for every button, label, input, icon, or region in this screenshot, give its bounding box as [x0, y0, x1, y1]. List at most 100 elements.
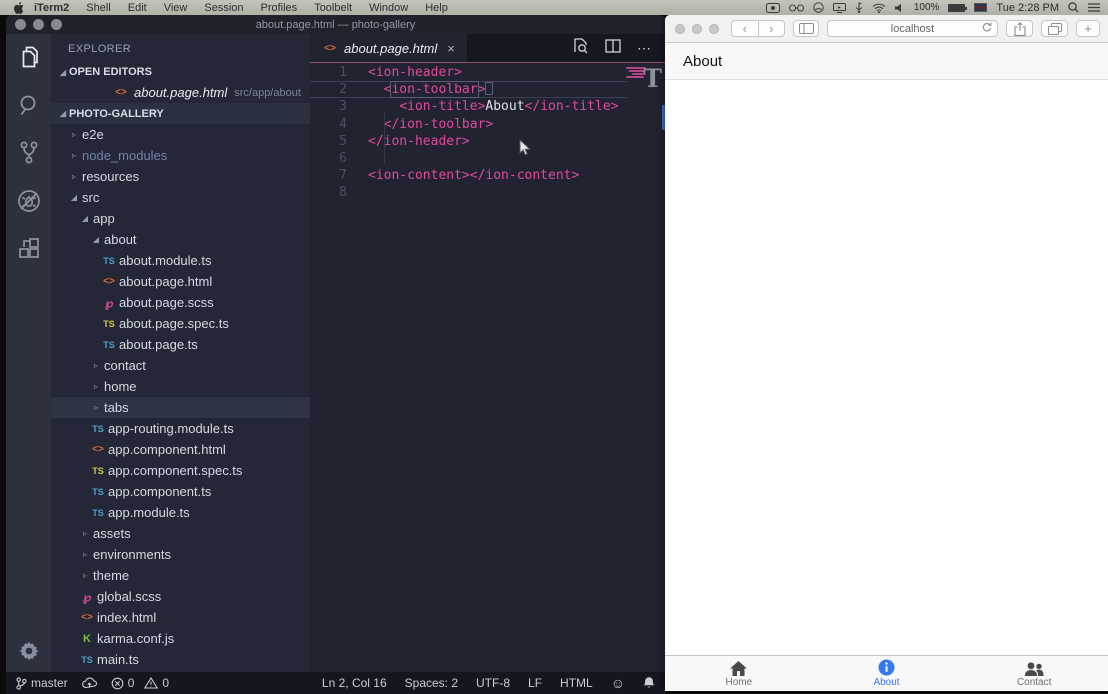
menu-iterm2[interactable]: iTerm2	[34, 2, 69, 14]
input-source-flag-icon[interactable]	[974, 3, 987, 12]
tree-item-app-routing-module-ts[interactable]: TSapp-routing.module.ts	[51, 418, 310, 439]
menu-shell[interactable]: Shell	[86, 2, 110, 14]
tab-home[interactable]: Home	[665, 656, 813, 690]
find-in-file-icon[interactable]	[572, 37, 589, 59]
tree-item-src[interactable]: ◢src	[51, 187, 310, 208]
source-control-icon[interactable]	[16, 140, 42, 166]
tree-item-environments[interactable]: ▹environments	[51, 544, 310, 565]
tree-item-app-component-html[interactable]: <>app.component.html	[51, 439, 310, 460]
tree-item-node-modules[interactable]: ▹node_modules	[51, 145, 310, 166]
more-actions-icon[interactable]: ⋯	[637, 40, 651, 57]
extensions-icon[interactable]	[16, 236, 42, 262]
code-line-3[interactable]: 3 <ion-title>About</ion-title>	[310, 98, 665, 115]
address-bar[interactable]: localhost	[827, 20, 998, 37]
project-section[interactable]: ◢ PHOTO-GALLERY	[51, 103, 310, 124]
minimize-window-button[interactable]	[692, 24, 702, 34]
menu-edit[interactable]: Edit	[128, 2, 147, 14]
code-editor[interactable]: 1<ion-header>2 <ion-toolbar>3 <ion-title…	[310, 64, 665, 672]
notification-center-icon[interactable]	[1088, 3, 1100, 12]
zoom-window-button[interactable]	[51, 19, 62, 30]
close-window-button[interactable]	[15, 19, 26, 30]
tree-item-about-page-ts[interactable]: TSabout.page.ts	[51, 334, 310, 355]
code-line-6[interactable]: 6	[310, 150, 665, 167]
language-mode[interactable]: HTML	[560, 676, 593, 690]
glasses-icon[interactable]	[789, 4, 804, 12]
open-editors-section[interactable]: ◢ OPEN EDITORS	[51, 62, 310, 82]
code-line-1[interactable]: 1<ion-header>	[310, 64, 665, 81]
git-branch-item[interactable]: master	[16, 676, 68, 690]
code-line-7[interactable]: 7<ion-content></ion-content>	[310, 167, 665, 184]
back-button[interactable]: ‹	[731, 20, 758, 37]
battery-icon[interactable]	[948, 4, 965, 12]
zoom-window-button[interactable]	[709, 24, 719, 34]
settings-gear-icon[interactable]	[6, 640, 51, 662]
code-line-2[interactable]: 2 <ion-toolbar>	[310, 81, 627, 98]
split-editor-icon[interactable]	[605, 39, 621, 58]
tree-item-home[interactable]: ▹home	[51, 376, 310, 397]
explorer-icon[interactable]	[16, 44, 42, 70]
menu-window[interactable]: Window	[369, 2, 408, 14]
cursor-position[interactable]: Ln 2, Col 16	[322, 676, 387, 690]
menu-clock[interactable]: Tue 2:28 PM	[996, 2, 1059, 14]
debug-icon[interactable]	[16, 188, 42, 214]
tree-item-about[interactable]: ◢about	[51, 229, 310, 250]
code-line-8[interactable]: 8	[310, 184, 665, 201]
menu-session[interactable]: Session	[204, 2, 243, 14]
code-line-5[interactable]: 5</ion-header>	[310, 133, 665, 150]
tree-item-about-module-ts[interactable]: TSabout.module.ts	[51, 250, 310, 271]
volume-icon[interactable]	[895, 3, 905, 13]
tab-about[interactable]: About	[813, 656, 961, 690]
wifi-icon[interactable]	[872, 3, 886, 13]
menu-profiles[interactable]: Profiles	[261, 2, 298, 14]
display-icon[interactable]	[833, 3, 846, 13]
minimize-window-button[interactable]	[33, 19, 44, 30]
tree-item-global-scss[interactable]: ℘global.scss	[51, 586, 310, 607]
eol-sequence[interactable]: LF	[528, 676, 542, 690]
indentation[interactable]: Spaces: 2	[405, 676, 458, 690]
problems-item[interactable]: 0 0	[111, 676, 169, 690]
tree-item-resources[interactable]: ▹resources	[51, 166, 310, 187]
forward-button[interactable]: ›	[758, 20, 786, 37]
spotlight-icon[interactable]	[1068, 2, 1079, 13]
close-window-button[interactable]	[675, 24, 685, 34]
refresh-icon[interactable]	[982, 20, 992, 38]
apple-icon[interactable]	[14, 2, 24, 14]
feedback-smiley-icon[interactable]: ☺	[611, 675, 625, 691]
tab-about-page-html[interactable]: <> about.page.html ×	[310, 34, 467, 62]
do-not-disturb-icon[interactable]	[813, 2, 824, 13]
menu-help[interactable]: Help	[425, 2, 448, 14]
tree-item-tabs[interactable]: ▹tabs	[51, 397, 310, 418]
tree-item-index-html[interactable]: <>index.html	[51, 607, 310, 628]
tree-item-about-page-html[interactable]: <>about.page.html	[51, 271, 310, 292]
open-editor-item[interactable]: <> about.page.html src/app/about	[51, 82, 310, 103]
tree-item-about-page-scss[interactable]: ℘about.page.scss	[51, 292, 310, 313]
encoding[interactable]: UTF-8	[476, 676, 510, 690]
traffic-lights[interactable]	[6, 19, 62, 30]
notifications-bell-icon[interactable]	[643, 676, 655, 690]
share-icon[interactable]	[1006, 20, 1033, 37]
vscode-titlebar[interactable]: about.page.html — photo-gallery	[6, 15, 665, 34]
tab-contact[interactable]: Contact	[960, 656, 1108, 690]
tree-item-theme[interactable]: ▹theme	[51, 565, 310, 586]
search-icon[interactable]	[16, 92, 42, 118]
new-tab-icon[interactable]: +	[1076, 20, 1100, 37]
tree-item-app-component-ts[interactable]: TSapp.component.ts	[51, 481, 310, 502]
tree-item-contact[interactable]: ▹contact	[51, 355, 310, 376]
dongle-icon[interactable]	[855, 2, 863, 13]
tree-item-main-ts[interactable]: TSmain.ts	[51, 649, 310, 670]
tree-item-app[interactable]: ◢app	[51, 208, 310, 229]
tree-item-app-component-spec-ts[interactable]: TSapp.component.spec.ts	[51, 460, 310, 481]
sync-item[interactable]	[82, 677, 97, 689]
sidebar-toggle-icon[interactable]	[793, 20, 819, 37]
tree-item-assets[interactable]: ▹assets	[51, 523, 310, 544]
tree-item-karma-conf-js[interactable]: Kkarma.conf.js	[51, 628, 310, 649]
code-line-4[interactable]: 4 </ion-toolbar>	[310, 116, 665, 133]
tree-item-e2e[interactable]: ▹e2e	[51, 124, 310, 145]
close-tab-icon[interactable]: ×	[447, 41, 455, 56]
traffic-lights[interactable]	[673, 24, 719, 34]
tree-item-about-page-spec-ts[interactable]: TSabout.page.spec.ts	[51, 313, 310, 334]
menu-toolbelt[interactable]: Toolbelt	[314, 2, 352, 14]
menu-view[interactable]: View	[164, 2, 188, 14]
tree-item-app-module-ts[interactable]: TSapp.module.ts	[51, 502, 310, 523]
tab-overview-icon[interactable]	[1041, 20, 1068, 37]
